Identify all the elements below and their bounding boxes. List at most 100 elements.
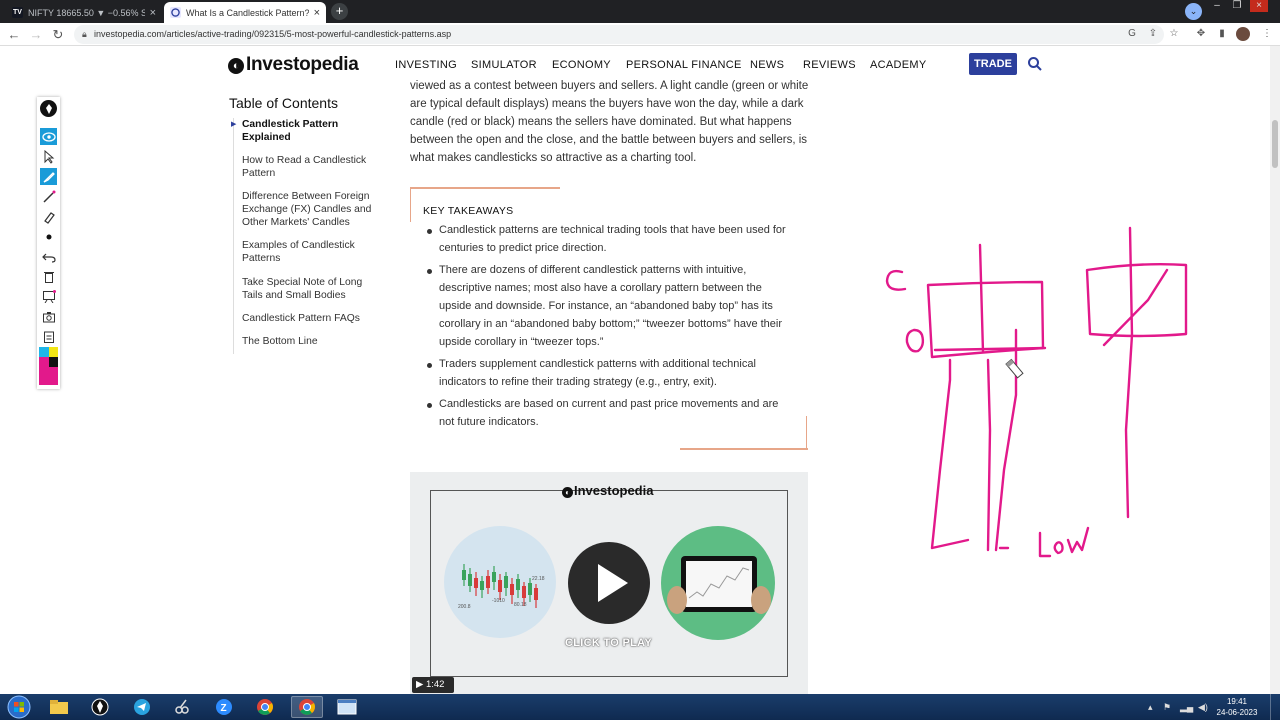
site-logo[interactable]: ◐ Investopedia [228,54,359,76]
investopedia-favicon-icon [170,7,181,18]
toc-item-explained[interactable]: Candlestick Pattern Explained [242,118,372,144]
nav-personal-finance[interactable]: PERSONAL FINANCE [626,59,742,71]
toc-item-examples[interactable]: Examples of Candlestick Patterns [242,239,372,265]
investopedia-logo-icon: ◐ [228,58,244,74]
bullet-icon [427,269,432,274]
close-tab-icon[interactable]: × [150,7,156,19]
windows-start-icon[interactable] [6,695,32,719]
nav-simulator[interactable]: SIMULATOR [471,59,537,71]
marker-icon[interactable] [40,208,57,225]
tab-title: What Is a Candlestick Pattern? [186,7,309,18]
scrollbar-thumb[interactable] [1272,120,1278,168]
camera-icon[interactable] [40,308,57,325]
restore-icon[interactable]: ❐ [1228,0,1246,12]
forward-icon[interactable]: → [28,27,44,43]
freehand-candlestick-drawing [885,226,1188,558]
key-takeaways-heading: KEY TAKEAWAYS [423,205,514,217]
reload-icon[interactable]: ↻ [50,27,66,43]
menu-kebab-icon[interactable]: ⋮ [1260,27,1274,41]
takeaways-border [410,187,411,222]
thumb-label: -1010 [492,598,505,604]
back-icon[interactable]: ← [6,27,22,43]
tray-expand-icon[interactable]: ▴ [1148,702,1153,713]
tab-title: NIFTY 18665.50 ▼ −0.56% SILVE [28,7,145,18]
snipping-tool-icon[interactable] [166,696,198,718]
trash-icon[interactable] [40,268,57,285]
cursor-arrow-icon[interactable] [40,148,57,165]
video-camera-icon: ▶︎ [416,679,426,690]
eye-icon[interactable] [40,128,57,145]
network-icon[interactable]: ▂▄ [1180,702,1193,713]
nav-economy[interactable]: ECONOMY [552,59,611,71]
new-tab-button[interactable]: + [331,3,348,20]
close-window-icon[interactable]: × [1250,0,1268,12]
tray-flag-icon[interactable]: ⚑ [1163,702,1171,713]
toc-item-long-tails[interactable]: Take Special Note of Long Tails and Smal… [242,276,372,302]
logo-text: Investopedia [246,54,359,75]
url-text: investopedia.com/articles/active-trading… [94,29,452,39]
clipboard-icon[interactable] [40,328,57,345]
tablet-chart-thumbnail [661,526,775,640]
bullet-icon [427,229,432,234]
nav-investing[interactable]: INVESTING [395,59,457,71]
annotation-app-taskbar-icon[interactable] [84,696,116,718]
nav-news[interactable]: NEWS [750,59,784,71]
system-clock[interactable]: 19:41 24-06-2023 [1213,696,1261,718]
thumb-label: 22.18 [532,576,545,582]
color-palette[interactable] [39,347,58,385]
chrome-icon[interactable] [249,696,281,718]
chrome-active-window-icon[interactable] [291,696,323,718]
window-app-icon[interactable] [331,696,363,718]
tab-search-icon[interactable]: ⌄ [1185,3,1202,20]
file-explorer-icon[interactable] [43,696,75,718]
profile-avatar[interactable] [1236,27,1250,41]
play-button[interactable] [568,542,650,624]
show-desktop-button[interactable] [1270,694,1280,720]
google-lens-icon[interactable]: G [1125,27,1139,41]
duration-text: 1:42 [425,679,445,690]
minimize-icon[interactable]: – [1208,0,1226,12]
share-icon[interactable]: ⇪ [1146,27,1160,41]
nav-academy[interactable]: ACADEMY [870,59,927,71]
takeaway-item: Traders supplement candlestick patterns … [439,358,756,388]
undo-icon[interactable] [40,248,57,265]
drawn-label-c [885,269,907,291]
search-icon[interactable] [1027,56,1043,72]
close-tab-icon[interactable]: × [314,7,320,19]
annotation-app-logo-icon[interactable] [40,100,57,117]
takeaways-border [806,416,807,450]
tab-nifty[interactable]: TV NIFTY 18665.50 ▼ −0.56% SILVE × [6,2,162,23]
side-panel-icon[interactable]: ▮ [1215,27,1229,41]
video-player[interactable]: ◐ Investopedia 22.18 -1010 200.8 80.18 C… [410,472,808,694]
pen-icon[interactable] [40,188,57,205]
article-paragraph: viewed as a contest between buyers and s… [410,80,809,164]
page-scrollbar[interactable] [1270,46,1280,694]
trade-button[interactable]: TRADE [969,53,1017,75]
bullet-icon [427,403,432,408]
address-bar[interactable]: 🔒︎ investopedia.com/articles/active-trad… [74,25,1164,44]
bookmark-star-icon[interactable]: ☆ [1167,27,1181,41]
video-logo-text: Investopedia [574,483,654,498]
telegram-icon[interactable] [126,696,158,718]
toc-item-fx-difference[interactable]: Difference Between Foreign Exchange (FX)… [242,190,372,229]
takeaway-item: There are dozens of different candlestic… [439,264,783,348]
brush-size-dot-icon[interactable] [40,228,57,245]
thumb-label: 200.8 [458,604,471,610]
video-duration-badge: ▶︎ 1:42 [412,677,454,693]
whiteboard-icon[interactable] [40,288,57,305]
toc-item-bottom-line[interactable]: The Bottom Line [242,335,372,348]
tab-investopedia[interactable]: What Is a Candlestick Pattern? × [164,2,326,23]
nav-reviews[interactable]: REVIEWS [803,59,856,71]
highlighter-icon[interactable] [40,168,57,185]
drawn-candle-body [1085,262,1188,338]
lock-icon: 🔒︎ [82,29,87,39]
zoom-app-icon[interactable]: Z [208,696,240,718]
annotation-toolbar [37,97,60,389]
toc-item-faqs[interactable]: Candlestick Pattern FAQs [242,312,372,325]
volume-icon[interactable]: ◀) [1198,702,1208,713]
extensions-icon[interactable]: ✥ [1194,27,1208,41]
drawn-upper-wick [978,243,985,354]
click-to-play-label[interactable]: CLICK TO PLAY [565,637,652,649]
takeaway-item: Candlestick patterns are technical tradi… [439,224,786,254]
toc-item-how-to-read[interactable]: How to Read a Candlestick Pattern [242,154,372,180]
